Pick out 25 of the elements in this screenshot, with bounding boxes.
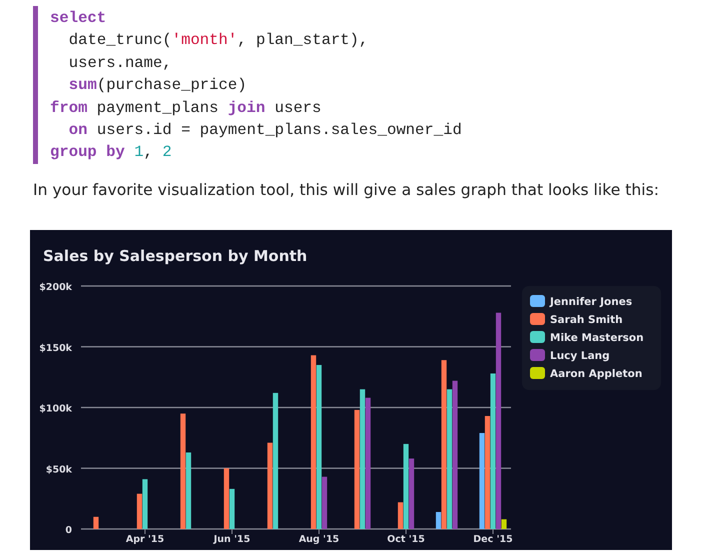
axis-label: $150k xyxy=(39,342,72,354)
axis-label: $100k xyxy=(39,404,72,414)
axis-label: $200k xyxy=(39,282,72,293)
bar xyxy=(93,516,99,529)
legend-label: Lucy Lang xyxy=(550,350,610,362)
code-line: date_trunc('month', plan_start), xyxy=(68,30,370,52)
axis-label: Jun '15 xyxy=(214,534,250,545)
axis-label: 0 xyxy=(65,525,72,536)
code-line: select xyxy=(50,8,108,29)
axis-label: $50k xyxy=(46,464,72,476)
paragraph: In your favorite visualization tool, this will give a sales graph that looks like this: xyxy=(33,180,660,199)
legend-label: Jennifer Jones xyxy=(550,296,632,308)
legend-label: Aaron Appleton xyxy=(550,368,642,380)
code-line: group by 1, 2 xyxy=(50,142,173,164)
code-line: on users.id = payment_plans.sales_owner_id xyxy=(68,120,463,142)
code-line: sum(purchase_price) xyxy=(68,75,248,96)
legend-label: Mike Masterson xyxy=(550,332,644,344)
chart-title: Sales by Salesperson by Month xyxy=(43,247,308,265)
axis-label: Aug '15 xyxy=(298,534,340,545)
code-line: from payment_plans join users xyxy=(50,98,322,119)
axis-label: Oct '15 xyxy=(387,534,425,545)
code-line: users.name, xyxy=(68,52,173,74)
axis-label: Dec '15 xyxy=(473,534,513,545)
axis-label: Apr '15 xyxy=(126,534,164,545)
legend-label: Sarah Smith xyxy=(550,314,623,326)
